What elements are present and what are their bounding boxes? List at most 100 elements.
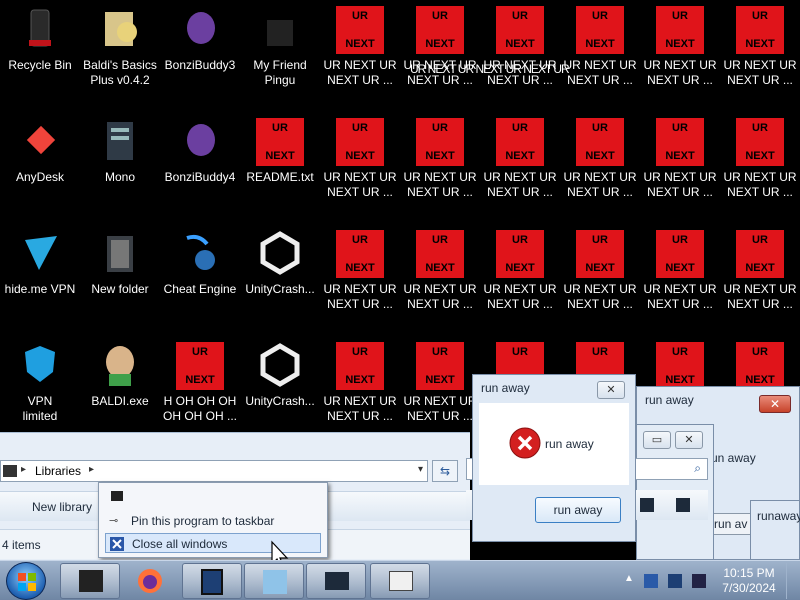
taskbar-app-explorer[interactable] bbox=[60, 563, 120, 599]
folder-icon bbox=[107, 236, 133, 272]
desktop-icon-label: UR NEXT UR NEXT UR ... bbox=[643, 282, 717, 311]
ur-next-icon: URNEXT bbox=[736, 230, 784, 278]
show-desktop-button[interactable] bbox=[786, 563, 800, 599]
ur-next-icon: URNEXT bbox=[496, 230, 544, 278]
start-button[interactable] bbox=[6, 562, 46, 600]
firefox-icon bbox=[138, 569, 162, 593]
desktop-icon-ur-next[interactable]: URNEXTUR NEXT UR NEXT UR ... bbox=[720, 0, 800, 112]
desktop-icon-readme[interactable]: UR NEXT README.txt bbox=[240, 112, 320, 224]
preview-icon[interactable] bbox=[676, 498, 690, 512]
desktop-icon-ur-next[interactable]: URNEXTUR NEXT UR NEXT UR ... bbox=[640, 0, 720, 112]
desktop-icon-label: UR NEXT UR NEXT UR ... bbox=[323, 394, 397, 423]
volume-icon[interactable] bbox=[692, 574, 706, 588]
desktop-icon-ur-next[interactable]: URNEXTUR NEXT UR NEXT UR ... bbox=[480, 0, 560, 112]
ur-next-icon: URNEXT bbox=[576, 230, 624, 278]
taskbar-app-window[interactable] bbox=[306, 563, 366, 599]
desktop-icon-unitycrash[interactable]: UnityCrash... bbox=[240, 224, 320, 336]
close-icon bbox=[110, 537, 124, 551]
clock-date: 7/30/2024 bbox=[722, 581, 776, 595]
network-icon[interactable] bbox=[644, 574, 658, 588]
taskbar-jump-list: ⊸ Pin this program to taskbar Close all … bbox=[98, 482, 328, 558]
desktop-icon-hideme-vpn[interactable]: hide.me VPN bbox=[0, 224, 80, 336]
desktop-icon-label: My Friend Pingu bbox=[253, 58, 307, 87]
desktop-icon-ur-next[interactable]: URNEXT UR NEXT UR NEXT UR ... bbox=[560, 224, 640, 336]
ur-next-icon: URNEXT bbox=[416, 230, 464, 278]
ur-next-icon: URNEXT bbox=[736, 6, 784, 54]
desktop-icon-baldis-basics[interactable]: Baldi's Basics Plus v0.4.2 bbox=[80, 0, 160, 112]
dialog-message: un away bbox=[711, 451, 756, 465]
close-button[interactable]: ✕ bbox=[759, 395, 791, 413]
refresh-button[interactable]: ⇆ bbox=[432, 460, 458, 482]
desktop-icon-new-folder[interactable]: New folder bbox=[80, 224, 160, 336]
desktop-icon-label: UR NEXT UR NEXT UR ... bbox=[483, 170, 557, 199]
close-button[interactable]: ✕ bbox=[675, 431, 703, 449]
ur-next-icon: URNEXT bbox=[416, 118, 464, 166]
desktop-icon-ur-next[interactable]: URNEXT UR NEXT UR NEXT UR ... bbox=[400, 112, 480, 224]
chevron-right-icon: ▸ bbox=[21, 464, 27, 475]
desktop-icon-ur-next[interactable]: URNEXTUR NEXT UR NEXT UR ... bbox=[480, 112, 560, 224]
dialog-ok-button[interactable]: run away bbox=[535, 497, 621, 523]
desktop-icon-recycle-bin[interactable]: Recycle Bin bbox=[0, 0, 80, 112]
pin-to-taskbar-item[interactable]: ⊸ Pin this program to taskbar bbox=[105, 511, 321, 531]
mono-icon bbox=[107, 122, 133, 160]
desktop-icon-ur-next[interactable]: URNEXTUR NEXT UR NEXT UR ... bbox=[560, 0, 640, 112]
new-library-button[interactable]: New library bbox=[32, 500, 92, 514]
desktop-icon-label: UR NEXT UR NEXT UR ... bbox=[723, 282, 797, 311]
desktop-icon-ur-next[interactable]: URNEXTUR NEXT UR NEXT UR ... bbox=[720, 112, 800, 224]
desktop-icon-label: UR NEXT UR NEXT UR ... bbox=[403, 282, 477, 311]
minimize-button[interactable]: ▭ bbox=[643, 431, 671, 449]
unity-icon bbox=[260, 343, 300, 387]
display-icon[interactable] bbox=[668, 574, 682, 588]
breadcrumb[interactable]: Libraries bbox=[35, 464, 81, 478]
dialog-run-away-front[interactable]: run away ✕ run away run away bbox=[472, 374, 636, 542]
app-icon bbox=[111, 491, 123, 501]
view-icon[interactable] bbox=[640, 498, 654, 512]
desktop-icon-label: H OH OH OH OH OH OH ... bbox=[162, 394, 237, 423]
desktop-icon-bonzibuddy3[interactable]: BonziBuddy3 bbox=[160, 0, 240, 112]
overlap-text: UR NEXT UR NEXT UR NEXT UR bbox=[410, 62, 570, 76]
desktop-icon-label: Cheat Engine bbox=[163, 282, 237, 296]
windows-logo-icon bbox=[18, 573, 36, 591]
close-button[interactable]: ✕ bbox=[597, 381, 625, 399]
address-bar[interactable]: ▸ Libraries ▸ ▾ bbox=[0, 460, 428, 482]
folder-icon bbox=[105, 12, 137, 46]
desktop-icon-ur-next[interactable]: URNEXTUR NEXT UR NEXT UR ... bbox=[400, 0, 480, 112]
dialog-title: run away bbox=[645, 393, 694, 407]
desktop-icon-ur-next[interactable]: URNEXTUR NEXT UR NEXT UR ... bbox=[560, 112, 640, 224]
desktop-icon-label: Mono bbox=[104, 170, 136, 184]
desktop-icon-label: UR NEXT UR NEXT UR ... bbox=[403, 170, 477, 199]
desktop-icon-label: UR NEXT UR NEXT UR ... bbox=[563, 282, 637, 311]
desktop-icon-ur-next[interactable]: URNEXTUR NEXT UR NEXT UR ... bbox=[320, 112, 400, 224]
taskbar-app-notepad[interactable] bbox=[244, 563, 304, 599]
desktop-icon-ur-next[interactable]: URNEXTUR NEXT UR NEXT UR ... bbox=[320, 0, 400, 112]
desktop-icon-ur-next[interactable]: URNEXT UR NEXT UR NEXT UR ... bbox=[720, 224, 800, 336]
ur-next-icon: URNEXT bbox=[336, 230, 384, 278]
dialog-button[interactable]: run av bbox=[713, 513, 753, 535]
desktop-icon-ur-next[interactable]: URNEXTUR NEXT UR NEXT UR ... bbox=[640, 112, 720, 224]
taskbar-app-firefox[interactable] bbox=[122, 563, 180, 599]
desktop-icon-ur-next[interactable]: URNEXTUR NEXT UR NEXT UR ... bbox=[480, 224, 560, 336]
vpn-icon bbox=[25, 236, 57, 270]
desktop-icon-anydesk[interactable]: AnyDesk bbox=[0, 112, 80, 224]
chevron-up-icon[interactable]: ▲ bbox=[624, 573, 634, 584]
taskbar: ▲ 10:15 PM 7/30/2024 bbox=[0, 560, 800, 600]
library-icon bbox=[3, 465, 17, 477]
pin-icon: ⊸ bbox=[109, 515, 119, 527]
desktop-icon-mono[interactable]: Mono bbox=[80, 112, 160, 224]
ur-next-icon: URNEXT bbox=[656, 6, 704, 54]
desktop-icon-ur-next[interactable]: URNEXT UR NEXT UR NEXT UR ... bbox=[400, 224, 480, 336]
ur-next-icon: URNEXT bbox=[736, 342, 784, 390]
taskbar-app-phone[interactable] bbox=[182, 563, 242, 599]
cheat-engine-icon bbox=[186, 234, 215, 270]
desktop-icon-ur-next[interactable]: URNEXTUR NEXT UR NEXT UR ... bbox=[320, 224, 400, 336]
chevron-down-icon[interactable]: ▾ bbox=[418, 464, 423, 475]
clock[interactable]: 10:15 PM 7/30/2024 bbox=[718, 566, 780, 596]
taskbar-app-dialog[interactable] bbox=[370, 563, 430, 599]
error-icon bbox=[509, 427, 541, 459]
desktop-icon-my-friend-pingu[interactable]: My Friend Pingu bbox=[240, 0, 320, 112]
desktop-icon-cheat-engine[interactable]: Cheat Engine bbox=[160, 224, 240, 336]
desktop-icon-bonzibuddy4[interactable]: BonziBuddy4 bbox=[160, 112, 240, 224]
dialog-runaway-small[interactable]: runaway bbox=[750, 500, 800, 560]
ur-next-icon: UR NEXT bbox=[176, 342, 224, 390]
desktop-icon-ur-next[interactable]: URNEXTUR NEXT UR NEXT UR ... bbox=[640, 224, 720, 336]
